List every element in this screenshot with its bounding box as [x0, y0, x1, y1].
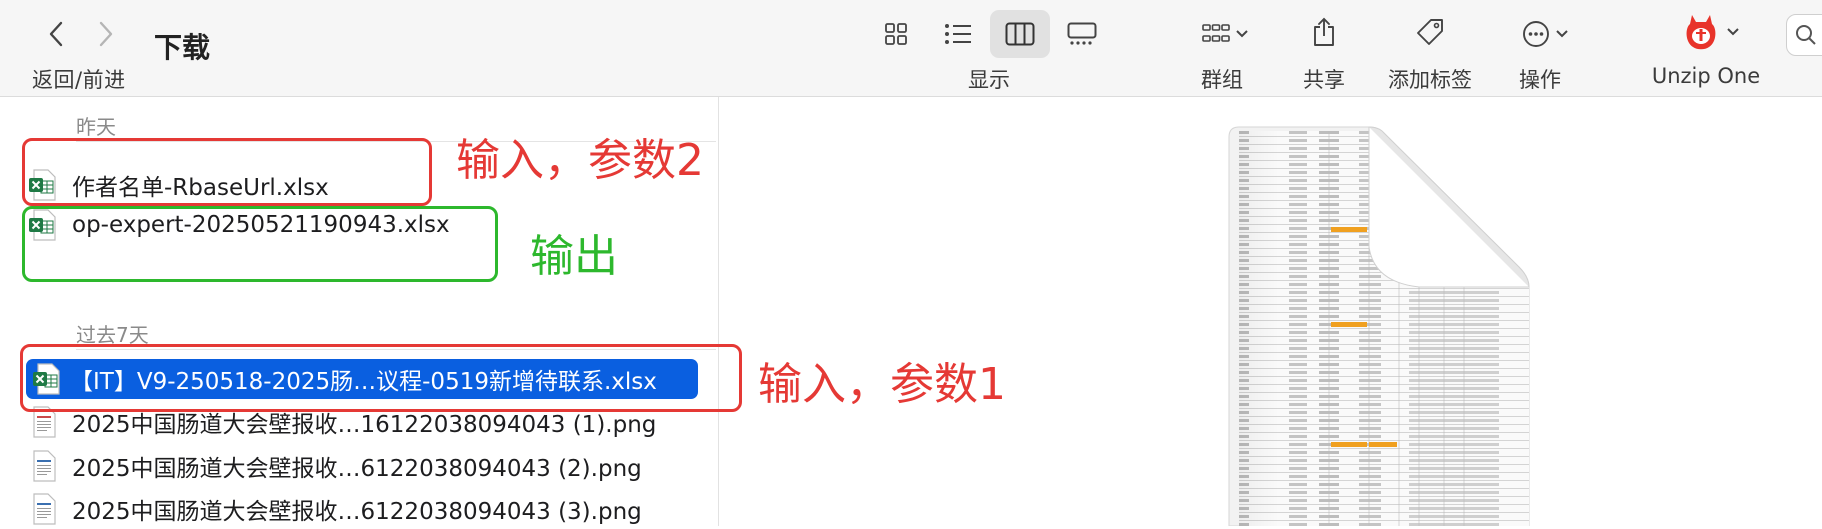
back-button[interactable] — [36, 14, 76, 54]
search-field[interactable] — [1786, 14, 1822, 56]
file-row[interactable]: 2025中国肠道大会壁报收…6122038094043 (2).png — [28, 446, 698, 486]
list-view-button[interactable] — [928, 10, 988, 58]
png-file-icon — [28, 450, 58, 482]
columns-icon — [1005, 22, 1035, 46]
icon-view-button[interactable] — [866, 10, 926, 58]
tag-icon — [1417, 19, 1443, 45]
column-view-button[interactable] — [990, 10, 1050, 58]
chevron-down-icon — [1556, 30, 1568, 38]
unzip-one-logo-icon — [1686, 15, 1716, 50]
view-label: 显示 — [968, 68, 1010, 92]
annotation-text-input2: 输入，参数2 — [456, 135, 704, 186]
list-icon — [945, 24, 971, 44]
gallery-view-button[interactable] — [1052, 10, 1112, 58]
gallery-icon — [1067, 22, 1097, 45]
chevron-down-icon — [1727, 28, 1739, 36]
share-label: 共享 — [1303, 68, 1345, 92]
share-button[interactable] — [1294, 8, 1354, 56]
action-button[interactable] — [1508, 10, 1582, 58]
add-tag-button[interactable] — [1400, 8, 1460, 56]
file-row[interactable]: 2025中国肠道大会壁报收…6122038094043 (3).png — [28, 489, 698, 529]
action-label: 操作 — [1519, 68, 1561, 92]
annotation-box-input2 — [22, 138, 432, 206]
section-header-yesterday: 昨天 — [76, 115, 116, 139]
annotation-box-input1 — [20, 344, 742, 412]
window-title: 下载 — [154, 31, 211, 64]
unzip-one-button[interactable] — [1670, 8, 1750, 56]
preview-pane — [719, 97, 1822, 526]
share-icon — [1314, 17, 1334, 46]
unzip-one-label: Unzip One — [1651, 64, 1761, 88]
forward-button[interactable] — [86, 14, 126, 54]
annotation-text-input1: 输入，参数1 — [758, 359, 1006, 410]
group-icon — [1202, 24, 1230, 42]
chevron-down-icon — [1236, 30, 1248, 38]
chevron-left-icon — [49, 21, 63, 47]
annotation-box-output — [22, 206, 498, 282]
grid-icon — [885, 23, 907, 45]
group-button[interactable] — [1190, 10, 1260, 58]
finder-toolbar: 返回/前进 下载 显示 群组 共享 添加标签 操作 Unzip One — [0, 0, 1822, 97]
spreadsheet-preview-thumbnail — [1228, 126, 1530, 526]
file-name: 2025中国肠道大会壁报收…6122038094043 (2).png — [72, 456, 642, 482]
add-tag-label: 添加标签 — [1388, 68, 1472, 92]
file-name: 2025中国肠道大会壁报收…6122038094043 (3).png — [72, 499, 642, 525]
search-icon — [1796, 25, 1816, 45]
group-label: 群组 — [1201, 68, 1243, 92]
annotation-text-output: 输出 — [530, 231, 618, 282]
nav-label: 返回/前进 — [32, 68, 126, 92]
more-options-icon — [1523, 21, 1549, 47]
png-file-icon — [28, 493, 58, 525]
chevron-right-icon — [99, 21, 113, 47]
